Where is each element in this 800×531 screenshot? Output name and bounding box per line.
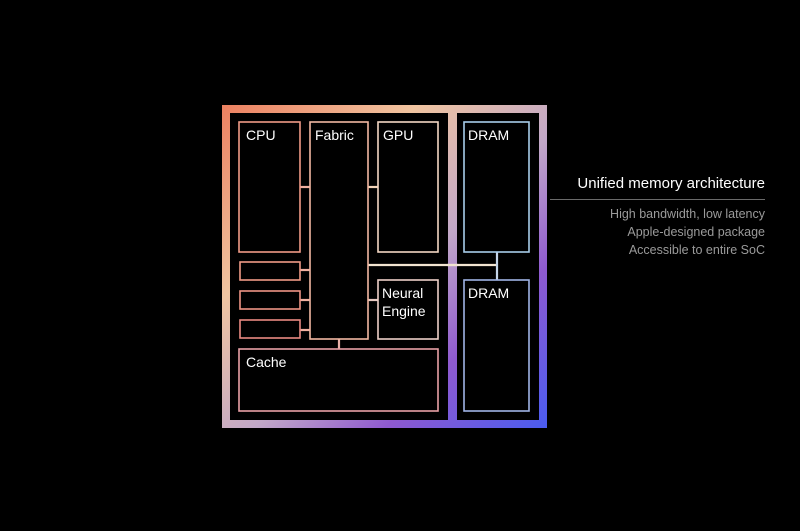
cache-label: Cache (246, 354, 287, 370)
small-block-1 (239, 261, 301, 281)
small-block-3 (239, 319, 301, 339)
side-panel: Unified memory architecture High bandwid… (550, 174, 765, 259)
dram-bottom-label: DRAM (468, 285, 509, 301)
gpu-label: GPU (383, 127, 413, 143)
neural-engine-label-line2: Engine (382, 303, 426, 319)
side-panel-divider (550, 199, 765, 200)
soc-diagram: CPU Fabric GPU Neural Engine Cache DRAM … (222, 105, 547, 428)
feature-item: High bandwidth, low latency (610, 207, 765, 221)
neural-engine-label-line1: Neural (382, 285, 423, 301)
fabric-label: Fabric (315, 127, 354, 143)
fabric-block (309, 121, 369, 340)
small-block-2 (239, 290, 301, 310)
dram-top-label: DRAM (468, 127, 509, 143)
feature-item: Apple-designed package (627, 225, 765, 239)
side-panel-title: Unified memory architecture (577, 175, 765, 192)
cpu-label: CPU (246, 127, 276, 143)
feature-item: Accessible to entire SoC (628, 243, 765, 257)
